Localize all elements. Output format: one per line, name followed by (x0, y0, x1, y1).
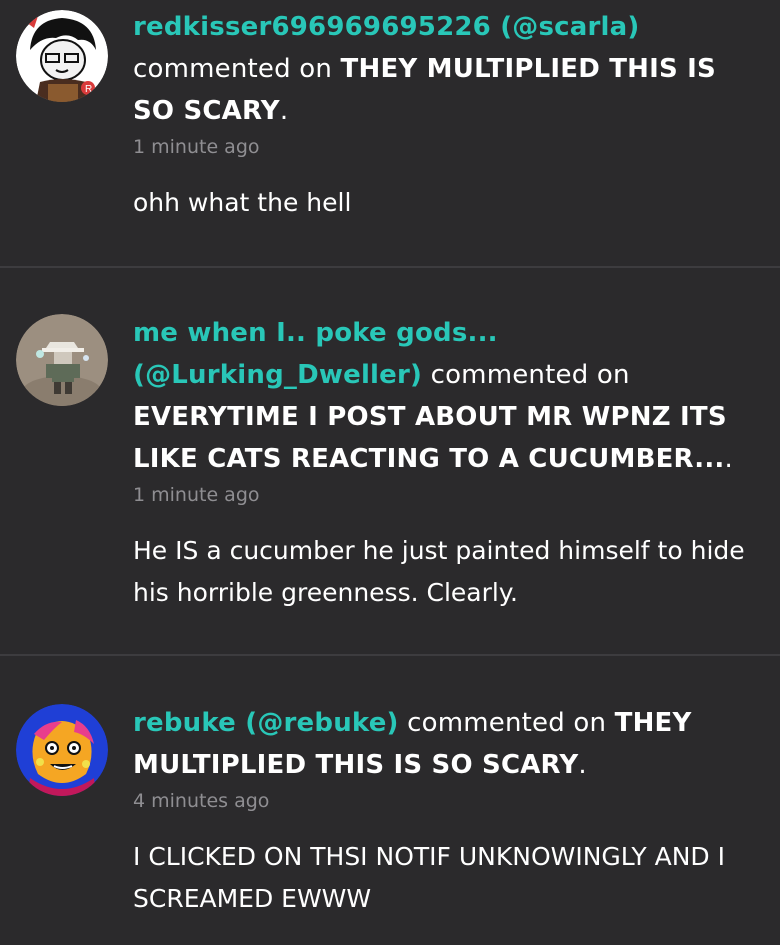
notification-item[interactable]: rebuke (@rebuke) commented on THEY MULTI… (0, 656, 780, 945)
trailing-punctuation: . (724, 444, 733, 474)
comment-text: I CLICKED ON THSI NOTIF UNKNOWINGLY AND … (133, 842, 725, 913)
action-text: commented on (133, 54, 333, 84)
notification-content: rebuke (@rebuke) commented on THEY MULTI… (133, 702, 750, 920)
notification-content: redkisser696969695226 (@scarla) commente… (133, 6, 750, 224)
timestamp: 4 minutes ago (133, 790, 270, 812)
action-text: commented on (430, 360, 630, 390)
trailing-punctuation: . (279, 96, 289, 126)
colorful-face-avatar-icon[interactable] (16, 704, 108, 796)
anime-character-avatar-icon[interactable]: R (16, 10, 108, 102)
timestamp: 1 minute ago (133, 484, 260, 506)
timestamp: 1 minute ago (133, 136, 260, 158)
post-title-link[interactable]: EVERYTIME I POST ABOUT MR WPNZ ITS LIKE … (133, 402, 727, 474)
commenter-username-link[interactable]: rebuke (@rebuke) (133, 708, 399, 738)
svg-text:R: R (85, 84, 92, 95)
cowboy-figure-avatar-icon[interactable] (16, 314, 108, 406)
trailing-punctuation: . (578, 750, 587, 780)
notification-item[interactable]: me when I.. poke gods... (@Lurking_Dwell… (0, 268, 780, 656)
notification-headline: me when I.. poke gods... (@Lurking_Dwell… (133, 312, 750, 480)
notification-content: me when I.. poke gods... (@Lurking_Dwell… (133, 312, 750, 614)
action-text: commented on (407, 708, 607, 738)
notification-item[interactable]: R redkisser696969695226 (@scarla) commen… (0, 0, 780, 268)
commenter-username-link[interactable]: redkisser696969695226 (@scarla) (133, 12, 640, 42)
notification-feed: R redkisser696969695226 (@scarla) commen… (0, 0, 780, 945)
notification-headline: rebuke (@rebuke) commented on THEY MULTI… (133, 702, 750, 786)
comment-text: He IS a cucumber he just painted himself… (133, 536, 745, 607)
comment-text: ohh what the hell (133, 188, 352, 217)
notification-headline: redkisser696969695226 (@scarla) commente… (133, 6, 750, 132)
